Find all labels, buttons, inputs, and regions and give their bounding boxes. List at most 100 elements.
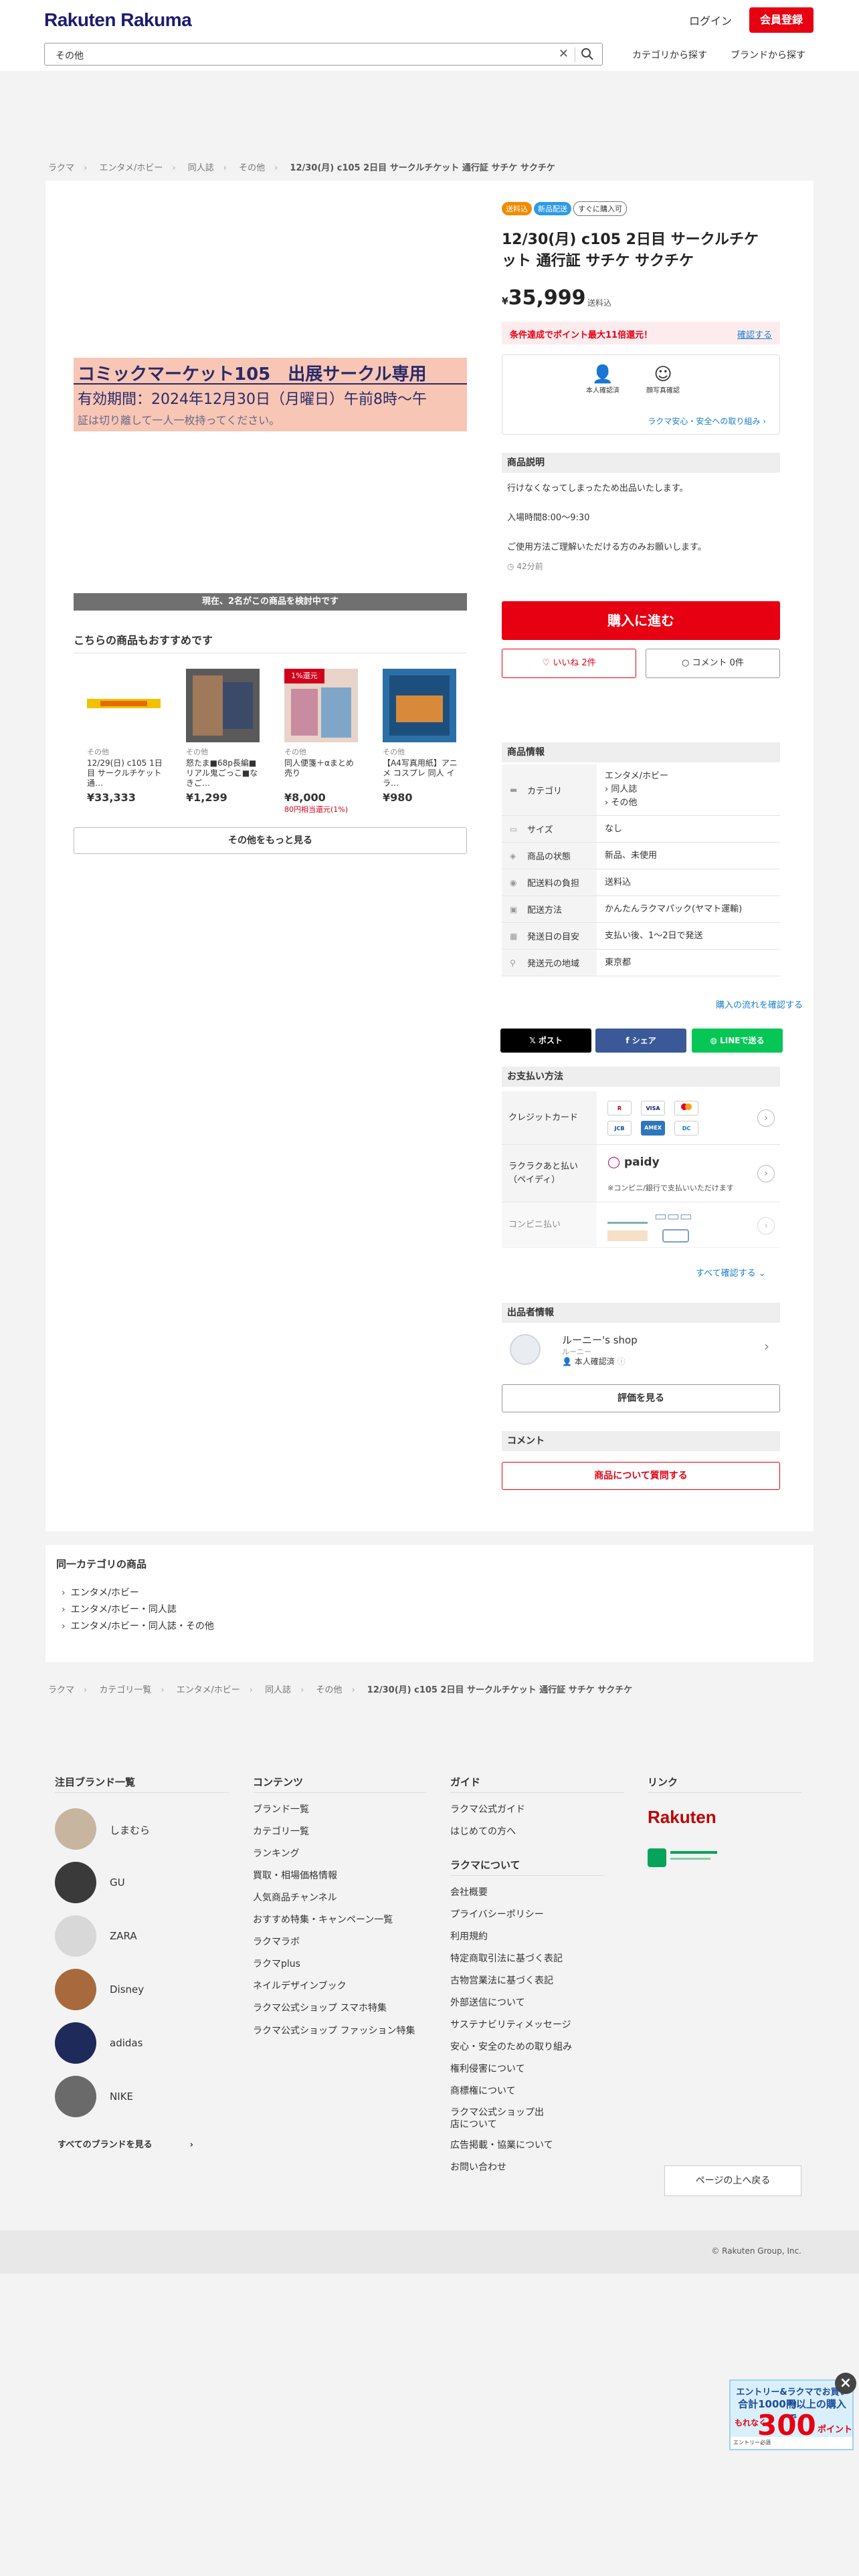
browse-by-category-link[interactable]: カテゴリから探す (632, 48, 707, 62)
register-button[interactable]: 会員登録 (749, 7, 814, 33)
footer-link[interactable]: ラクマラボ (253, 1931, 427, 1953)
line-share-button[interactable]: ◍ LINEで送る (692, 1029, 783, 1053)
breadcrumb-item[interactable]: カテゴリ一覧 (99, 1685, 151, 1695)
recommend-item[interactable]: その他 12/29(日) c105 1日目 サークルチケット 通… ¥33,33… (87, 669, 164, 804)
breadcrumb-item[interactable]: ラクマ (48, 163, 74, 173)
footer-link[interactable]: はじめての方へ (450, 1821, 611, 1843)
search-input[interactable]: その他 (56, 49, 84, 62)
footer-link[interactable]: 商標権について (450, 2080, 611, 2103)
payment-paidy-row[interactable]: ラクラクあと払い（ペイディ） ◯ paidy ※コンビニ/銀行で支払いいただけま… (502, 1145, 780, 1202)
view-ratings-button[interactable]: 評価を見る (502, 1384, 780, 1412)
browse-by-brand-link[interactable]: ブランドから探す (731, 48, 805, 62)
safety-link[interactable]: ラクマ安心・安全への取り組み › (648, 415, 766, 427)
see-all-payment-link[interactable]: すべて確認する ⌄ (696, 1266, 766, 1279)
expand-arrow-icon[interactable]: › (757, 1217, 775, 1235)
footer-link[interactable]: 外部送信について (450, 1992, 611, 2014)
footer-link[interactable]: ラクマ公式ショップ スマホ特集 (253, 1998, 427, 2020)
footer-link[interactable]: 人気商品チャンネル (253, 1887, 427, 1909)
footer-link[interactable]: 買取・相場価格情報 (253, 1865, 427, 1887)
clear-icon[interactable]: ✕ (559, 47, 569, 61)
recommend-name[interactable]: 【A4写真用紙】アニメ コスプレ 同人 イラ… (383, 758, 460, 788)
footer-brand-link[interactable]: adidas (55, 2022, 242, 2065)
footer-link[interactable]: ラクマ公式ショップ出店について (450, 2103, 544, 2135)
same-category-link[interactable]: エンタメ/ホビー (62, 1585, 214, 1602)
rakuma-logo[interactable]: Rakuten Rakuma (44, 9, 192, 31)
chevron-right-icon[interactable]: › (764, 1338, 769, 1354)
footer-brand-link[interactable]: GU (55, 1862, 242, 1905)
footer-link[interactable]: 権利侵害について (450, 2058, 611, 2080)
campaign-link[interactable]: 確認する (737, 328, 772, 340)
like-label: いいね 2件 (553, 658, 596, 668)
payment-convenience-row[interactable]: コンビニ払い ▭▭▭ › (502, 1202, 780, 1248)
recommend-thumb[interactable] (383, 669, 456, 742)
footer-link[interactable]: プライバシーポリシー (450, 1904, 611, 1926)
x-post-button[interactable]: 𝕏 ポスト (500, 1029, 591, 1053)
footer-link[interactable]: ラクマ公式ショップ ファッション特集 (253, 2020, 427, 2037)
footer-link[interactable]: 特定商取引法に基づく表記 (450, 1948, 611, 1970)
back-to-top-button[interactable]: ページの上へ戻る (664, 2165, 801, 2196)
buy-button[interactable]: 購入に進む (502, 601, 780, 640)
footer-brand-link[interactable]: ZARA (55, 1915, 242, 1958)
seller-name[interactable]: ルーニー's shop (562, 1333, 638, 1347)
footer-link[interactable]: ランキング (253, 1843, 427, 1865)
footer-link[interactable]: 安心・安全のための取り組み (450, 2036, 611, 2058)
recommend-item[interactable]: その他 怒たま■68p長編■リアル鬼ごっこ■なきご… ¥1,299 (186, 669, 263, 804)
footer-link[interactable]: ラクマplus (253, 1953, 427, 1975)
recommend-thumb[interactable]: 1%還元 (284, 669, 358, 742)
recommend-thumb[interactable] (186, 669, 260, 742)
footer-link[interactable]: ラクマ公式ガイド (450, 1799, 611, 1821)
footer-link[interactable]: カテゴリ一覧 (253, 1821, 427, 1843)
footer-brand-link[interactable]: しまむら (55, 1808, 242, 1851)
promo-banner[interactable]: エントリー&ラクマでお買い物 合計1000円以上の購入で もれなく 300 ポイ… (729, 2379, 854, 2450)
purchase-flow-link[interactable]: 購入の流れを確認する (716, 998, 803, 1010)
breadcrumb-item[interactable]: エンタメ/ホビー (177, 1685, 240, 1695)
recommend-name[interactable]: 怒たま■68p長編■リアル鬼ごっこ■なきご… (186, 758, 263, 788)
trust-badge-link[interactable] (648, 1846, 721, 1870)
footer-link[interactable]: 広告掲載・協業について (450, 2135, 611, 2157)
breadcrumb-item[interactable]: その他 (316, 1685, 342, 1695)
close-icon[interactable]: × (835, 2373, 856, 2394)
footer-divider (55, 1792, 229, 1793)
footer-link[interactable]: サステナビリティメッセージ (450, 2014, 611, 2036)
seller-avatar[interactable] (510, 1334, 541, 1365)
breadcrumb-item[interactable]: 同人誌 (188, 163, 214, 173)
breadcrumb-item[interactable]: その他 (239, 163, 265, 173)
help-icon[interactable]: ⓘ (617, 1357, 626, 1366)
recommend-name[interactable]: 12/29(日) c105 1日目 サークルチケット 通… (87, 758, 164, 788)
see-more-button[interactable]: その他をもっと見る (74, 827, 467, 854)
all-brands-link[interactable]: すべてのブランドを見る › (58, 2137, 193, 2150)
recommend-name[interactable]: 同人便箋＋αまとめ売り (284, 758, 361, 788)
item-photo[interactable]: コミックマーケット105 出展サークル専用 有効期間：2024年12月30日（月… (74, 358, 467, 431)
same-category-link[interactable]: エンタメ/ホビー・同人誌・その他 (62, 1618, 214, 1635)
search-icon[interactable] (581, 47, 594, 61)
info-value[interactable]: エンタメ/ホビー › 同人誌 › その他 (597, 764, 676, 815)
footer-link[interactable]: 古物営業法に基づく表記 (450, 1970, 611, 1992)
footer-link[interactable]: 利用規約 (450, 1926, 611, 1948)
ask-question-button[interactable]: 商品について質問する (502, 1462, 780, 1490)
breadcrumb-item[interactable]: エンタメ/ホビー (99, 163, 163, 173)
recommend-item[interactable]: 1%還元 その他 同人便箋＋αまとめ売り ¥8,000 80円相当還元(1%) (284, 669, 361, 815)
search-box[interactable]: その他 ✕ (44, 43, 603, 66)
payment-credit-row[interactable]: クレジットカード R VISA JCB AMEX DC › (502, 1091, 780, 1145)
seller-card[interactable]: ルーニー's shop ルーニー 👤 本人確認済 ⓘ › (502, 1327, 780, 1368)
footer-link[interactable]: ブランド一覧 (253, 1799, 427, 1821)
recommend-thumb[interactable] (87, 669, 161, 742)
like-button[interactable]: ♡ いいね 2件 (502, 649, 636, 678)
footer-link[interactable]: ネイルデザインブック (253, 1975, 427, 1998)
facebook-share-button[interactable]: f シェア (595, 1029, 686, 1053)
expand-arrow-icon[interactable]: › (757, 1165, 775, 1182)
login-link[interactable]: ログイン (689, 12, 732, 28)
footer-link[interactable]: おすすめ特集・キャンペーン一覧 (253, 1909, 427, 1931)
footer-brand-link[interactable]: Disney (55, 1969, 242, 2012)
recommend-item[interactable]: その他 【A4写真用紙】アニメ コスプレ 同人 イラ… ¥980 (383, 669, 460, 804)
same-category-link[interactable]: エンタメ/ホビー・同人誌 (62, 1602, 214, 1618)
item-price: ¥35,999 (502, 286, 586, 310)
breadcrumb-item[interactable]: ラクマ (48, 1685, 74, 1695)
footer-brand-link[interactable]: NIKE (55, 2076, 242, 2119)
expand-arrow-icon[interactable]: › (757, 1109, 775, 1127)
comment-button[interactable]: ○ コメント 0件 (646, 649, 780, 678)
footer-link[interactable]: お問い合わせ (450, 2157, 611, 2179)
breadcrumb-item[interactable]: 同人誌 (265, 1685, 291, 1695)
rakuten-logo-link[interactable]: Rakuten (648, 1807, 717, 1828)
footer-link[interactable]: 会社概要 (450, 1882, 611, 1904)
